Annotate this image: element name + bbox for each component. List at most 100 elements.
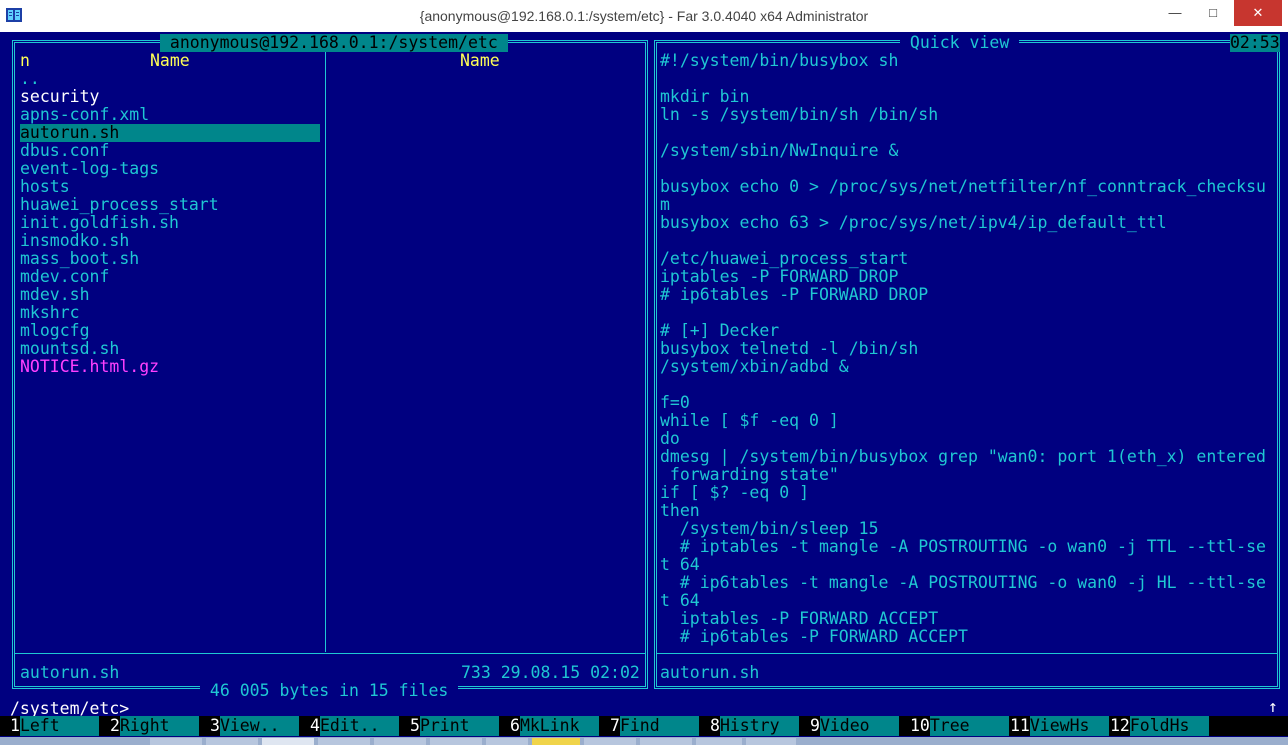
file-item[interactable]: mountsd.sh	[20, 340, 119, 358]
quick-view-line: t 64	[660, 555, 700, 574]
file-item[interactable]: ..	[20, 70, 40, 88]
taskbar-button[interactable]	[584, 738, 636, 745]
quick-view-line: while [ $f -eq 0 ]	[660, 411, 839, 430]
quick-view-line: # ip6tables -P FORWARD ACCEPT	[660, 627, 968, 646]
taskbar-button[interactable]	[640, 738, 692, 745]
fkey-2-button[interactable]: 2Right	[110, 716, 200, 736]
sort-mode-indicator[interactable]: n	[20, 52, 30, 70]
quick-view-line: # ip6tables -P FORWARD DROP	[660, 285, 929, 304]
fkey-label: Video	[819, 716, 900, 736]
taskbar-button[interactable]	[150, 738, 202, 745]
fkey-number: 2	[110, 716, 120, 735]
file-item[interactable]: dbus.conf	[20, 142, 109, 160]
quick-view-line: busybox telnetd -l /bin/sh	[660, 339, 919, 358]
taskbar-button[interactable]	[206, 738, 258, 745]
file-item[interactable]: mdev.conf	[20, 268, 109, 286]
quick-view-line: ln -s /system/bin/sh /bin/sh	[660, 105, 939, 124]
taskbar-button[interactable]	[374, 738, 426, 745]
file-item[interactable]: init.goldfish.sh	[20, 214, 179, 232]
fkey-label: Tree	[929, 716, 1010, 736]
quick-view-line: mkdir bin	[660, 87, 750, 106]
fkey-label: Right	[119, 716, 200, 736]
quick-view-line: busybox echo 0 > /proc/sys/net/netfilter…	[660, 177, 1266, 196]
windows-taskbar	[0, 737, 1288, 745]
scroll-up-indicator[interactable]: ↑	[1268, 698, 1278, 716]
file-item[interactable]: security	[20, 88, 99, 106]
column-header-name-2[interactable]: Name	[460, 52, 500, 70]
taskbar-button[interactable]	[430, 738, 482, 745]
maximize-button[interactable]: □	[1194, 0, 1232, 26]
quick-view-line: #!/system/bin/busybox sh	[660, 51, 899, 70]
file-item[interactable]: NOTICE.html.gz	[20, 358, 159, 376]
fkey-label: View..	[219, 716, 300, 736]
fkey-11-button[interactable]: 11ViewHs	[1010, 716, 1110, 736]
file-item[interactable]: mdev.sh	[20, 286, 90, 304]
taskbar-button[interactable]	[486, 738, 528, 745]
fkey-3-button[interactable]: 3View..	[210, 716, 300, 736]
column-divider	[325, 52, 326, 652]
quick-view-line: /etc/huawei_process_start	[660, 249, 909, 268]
fkey-label: Find	[619, 716, 700, 736]
taskbar-button-far[interactable]	[532, 738, 580, 745]
quick-view-line: busybox echo 63 > /proc/sys/net/ipv4/ip_…	[660, 213, 1167, 232]
taskbar-button[interactable]	[746, 738, 796, 745]
taskbar-button[interactable]	[696, 738, 742, 745]
quick-view-line: iptables -P FORWARD ACCEPT	[660, 609, 939, 628]
fkey-9-button[interactable]: 9Video	[810, 716, 900, 736]
quick-view-line: /system/bin/sleep 15	[660, 519, 879, 538]
fkey-5-button[interactable]: 5Print	[410, 716, 500, 736]
taskbar-button[interactable]	[262, 738, 314, 745]
fkey-number: 1	[10, 716, 20, 735]
fkey-8-button[interactable]: 8Histry	[710, 716, 800, 736]
file-item[interactable]: insmodko.sh	[20, 232, 129, 250]
fkey-1-button[interactable]: 1Left	[10, 716, 100, 736]
file-item[interactable]: hosts	[20, 178, 70, 196]
close-button[interactable]: ✕	[1234, 0, 1282, 26]
quick-view-line: m	[660, 195, 670, 214]
quick-view-title: Quick view	[900, 33, 1020, 52]
column-header-name-1[interactable]: Name	[150, 52, 190, 70]
fkey-12-button[interactable]: 12FoldHs	[1110, 716, 1210, 736]
fkey-number: 9	[810, 716, 820, 735]
fkey-label: Left	[19, 716, 100, 736]
quick-view-line: f=0	[660, 393, 690, 412]
file-item[interactable]: mass_boot.sh	[20, 250, 139, 268]
quickview-status-divider	[657, 653, 1277, 654]
fkey-10-button[interactable]: 10Tree	[910, 716, 1010, 736]
fkey-number: 11	[1010, 716, 1030, 735]
quick-view-line: # iptables -t mangle -A POSTROUTING -o w…	[660, 537, 1266, 556]
fkey-number: 5	[410, 716, 420, 735]
fkey-label: Edit..	[319, 716, 400, 736]
panel-path-title[interactable]: anonymous@192.168.0.1:/system/etc	[160, 34, 508, 52]
fkey-number: 10	[910, 716, 930, 735]
fkey-label: FoldHs	[1129, 716, 1210, 736]
fkey-number: 8	[710, 716, 720, 735]
fkey-number: 6	[510, 716, 520, 735]
clock: 02:53	[1230, 33, 1280, 52]
taskbar-button[interactable]	[318, 738, 370, 745]
fkey-7-button[interactable]: 7Find	[610, 716, 700, 736]
file-item[interactable]: mlogcfg	[20, 322, 90, 340]
quick-view-line: then	[660, 501, 700, 520]
fkey-4-button[interactable]: 4Edit..	[310, 716, 400, 736]
quick-view-line: /system/sbin/NwInquire &	[660, 141, 899, 160]
file-item[interactable]: event-log-tags	[20, 160, 159, 178]
fkey-number: 12	[1110, 716, 1130, 735]
file-item[interactable]: autorun.sh	[20, 124, 320, 142]
window-title: {anonymous@192.168.0.1:/system/etc} - Fa…	[419, 8, 869, 24]
quickview-status-filename: autorun.sh	[660, 663, 760, 682]
file-item[interactable]: mkshrc	[20, 304, 80, 322]
file-item[interactable]: apns-conf.xml	[20, 106, 149, 124]
quick-view-line: # [+] Decker	[660, 321, 780, 340]
quick-view-line: /system/xbin/adbd &	[660, 357, 849, 376]
fkey-number: 3	[210, 716, 220, 735]
quick-view-line: do	[660, 429, 680, 448]
status-divider	[15, 653, 645, 654]
quick-view-line: t 64	[660, 591, 700, 610]
minimize-button[interactable]: —	[1156, 0, 1194, 26]
file-item[interactable]: huawei_process_start	[20, 196, 219, 214]
fkey-6-button[interactable]: 6MkLink	[510, 716, 600, 736]
panel-summary: 46 005 bytes in 15 files	[200, 681, 459, 700]
panel-status-info: 733 29.08.15 02:02	[461, 663, 640, 682]
far-console: anonymous@192.168.0.1:/system/etc n Name…	[0, 32, 1288, 737]
